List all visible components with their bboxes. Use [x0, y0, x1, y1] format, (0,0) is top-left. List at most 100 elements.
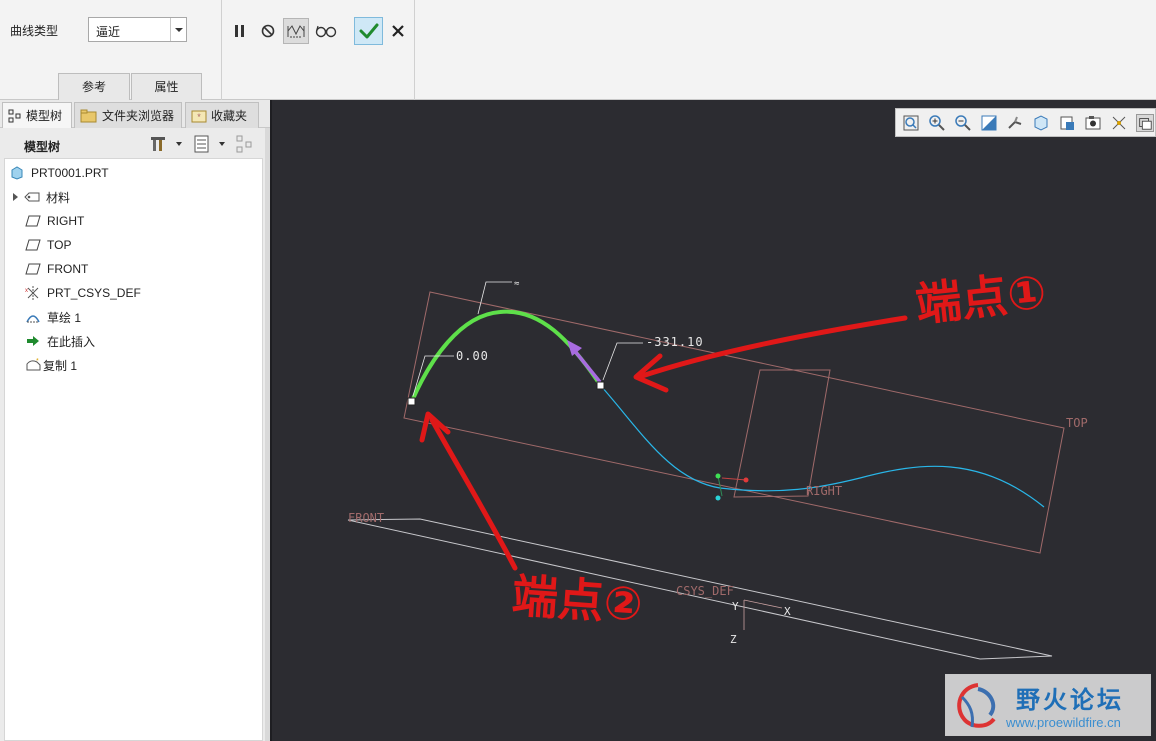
verify-preview-button[interactable] — [283, 18, 309, 44]
model-tree-header: 模型树 — [4, 130, 264, 158]
csys-label: CSYS_DEF — [676, 584, 734, 598]
tab-reference[interactable]: 参考 — [58, 73, 130, 100]
view-manager-icon[interactable] — [1084, 114, 1102, 132]
annotation-display-icon[interactable] — [1136, 114, 1154, 132]
axis-label-y: Y — [732, 600, 739, 613]
model-tree-title: 模型树 — [24, 140, 61, 154]
direction-arrowhead — [567, 340, 582, 356]
endpoint-square-2[interactable] — [407, 397, 416, 406]
dashboard: 曲线类型 逼近 参考 属性 — [0, 0, 1156, 100]
tree-item-insert-here[interactable]: 在此插入 — [25, 329, 275, 353]
tree-item-copy[interactable]: * 复制 1 — [25, 353, 275, 377]
close-icon — [392, 25, 404, 37]
preview-icon — [287, 25, 305, 38]
zoom-in-icon[interactable] — [928, 114, 946, 132]
plane-label-front: FRONT — [348, 511, 385, 525]
tree-item-top[interactable]: TOP — [25, 233, 275, 257]
refit-icon[interactable] — [902, 114, 920, 132]
tree-item-sketch[interactable]: 草绘 1 — [25, 305, 275, 329]
curve-type-select[interactable]: 逼近 — [88, 17, 187, 42]
top-datum-plane — [403, 291, 1065, 554]
repaint-icon[interactable] — [980, 114, 998, 132]
dimension-end[interactable]: -331.10 — [646, 335, 704, 349]
csys-point-green — [715, 473, 721, 479]
watermark-url: www.proewildfire.cn — [1006, 715, 1121, 730]
annotation-endpoint-1: 端点① — [912, 264, 1049, 332]
curve-options-group: 曲线类型 逼近 参考 属性 — [0, 0, 222, 100]
check-icon — [359, 23, 378, 39]
datum-plane-icon — [25, 213, 41, 229]
csys-axis-green — [717, 475, 723, 497]
tab-folder-browser[interactable]: 文件夹浏览器 — [74, 102, 182, 128]
zoom-out-icon[interactable] — [954, 114, 972, 132]
leader-top-mark: ≈ — [514, 279, 520, 289]
csys-point-cyan — [715, 495, 721, 501]
tree-item-part[interactable]: PRT0001.PRT — [9, 161, 259, 185]
navigator-tabs: 模型树 文件夹浏览器 * 收藏夹 — [0, 100, 270, 128]
tree-item-label: PRT0001.PRT — [31, 166, 109, 180]
settings-tools-icon[interactable] — [150, 135, 172, 153]
tree-item-label: 草绘 1 — [47, 310, 82, 325]
tree-item-label: PRT_CSYS_DEF — [47, 286, 141, 300]
copy-icon: * — [25, 357, 41, 373]
confirm-button[interactable] — [354, 17, 383, 45]
sketch-icon — [25, 309, 41, 325]
cancel-button[interactable] — [385, 18, 411, 44]
pause-button[interactable] — [227, 18, 253, 44]
material-icon — [24, 189, 40, 205]
datum-plane-icon — [25, 261, 41, 277]
chevron-down-icon[interactable] — [219, 142, 225, 146]
tree-item-label: 在此插入 — [47, 334, 96, 349]
model-view: ≈ — [347, 279, 1065, 660]
axis-label-z: Z — [730, 633, 737, 646]
dimension-start[interactable]: 0.00 — [456, 349, 489, 363]
endpoint-square-1[interactable] — [596, 381, 605, 390]
view-orientation-icon[interactable] — [1006, 114, 1024, 132]
folder-icon — [80, 109, 97, 122]
favorites-icon: * — [191, 110, 207, 122]
part-icon — [9, 165, 25, 181]
leader-line-top — [477, 281, 512, 315]
model-tree-panel: 模型树 PRT0001.PRT 材料 RIGHT TOP FRONT x PRT… — [0, 128, 270, 741]
view-mode-button[interactable] — [313, 18, 339, 44]
glasses-icon — [315, 25, 337, 38]
tree-item-label: 复制 1 — [43, 358, 78, 373]
annotation-arrow-2 — [429, 417, 518, 571]
tab-favorites[interactable]: * 收藏夹 — [185, 102, 259, 128]
annotation-endpoint-2: 端点② — [510, 568, 645, 632]
datum-plane-icon — [25, 237, 41, 253]
tree-item-front[interactable]: FRONT — [25, 257, 275, 281]
view-toolbar — [895, 108, 1156, 137]
tree-item-csys[interactable]: x PRT_CSYS_DEF — [25, 281, 275, 305]
tab-properties[interactable]: 属性 — [131, 73, 202, 100]
plane-label-right: RIGHT — [806, 484, 843, 498]
tree-item-label: FRONT — [47, 262, 89, 276]
pause-icon — [235, 25, 244, 37]
chevron-down-icon[interactable] — [176, 142, 182, 146]
right-datum-plane — [733, 369, 831, 498]
tab-label: 文件夹浏览器 — [102, 109, 175, 123]
tab-model-tree[interactable]: 模型树 — [2, 102, 72, 128]
expand-arrow-icon[interactable] — [13, 193, 18, 201]
no-preview-button[interactable] — [255, 18, 281, 44]
tab-label: 收藏夹 — [211, 109, 248, 123]
tree-item-material[interactable]: 材料 — [13, 185, 263, 209]
tree-item-right[interactable]: RIGHT — [25, 209, 275, 233]
chevron-down-icon[interactable] — [170, 18, 186, 41]
model-tree-list: PRT0001.PRT 材料 RIGHT TOP FRONT x PRT_CSY… — [4, 158, 263, 741]
tree-filter-icon[interactable] — [236, 135, 256, 153]
saved-views-icon[interactable] — [1032, 114, 1050, 132]
forum-logo-icon — [957, 683, 996, 728]
csys-point-red — [743, 477, 749, 483]
tab-label: 模型树 — [26, 109, 63, 123]
dashboard-tools — [223, 0, 415, 100]
show-list-icon[interactable] — [194, 135, 210, 153]
curve-type-label: 曲线类型 — [10, 24, 59, 38]
csys-icon: x — [25, 285, 41, 301]
csys-axis-red — [721, 477, 747, 481]
forum-watermark: 野火论坛 www.proewildfire.cn — [945, 674, 1151, 736]
watermark-title: 野火论坛 — [1016, 687, 1124, 714]
datum-display-icon[interactable] — [1110, 114, 1128, 132]
stop-icon — [261, 24, 275, 38]
display-style-icon[interactable] — [1058, 114, 1076, 132]
